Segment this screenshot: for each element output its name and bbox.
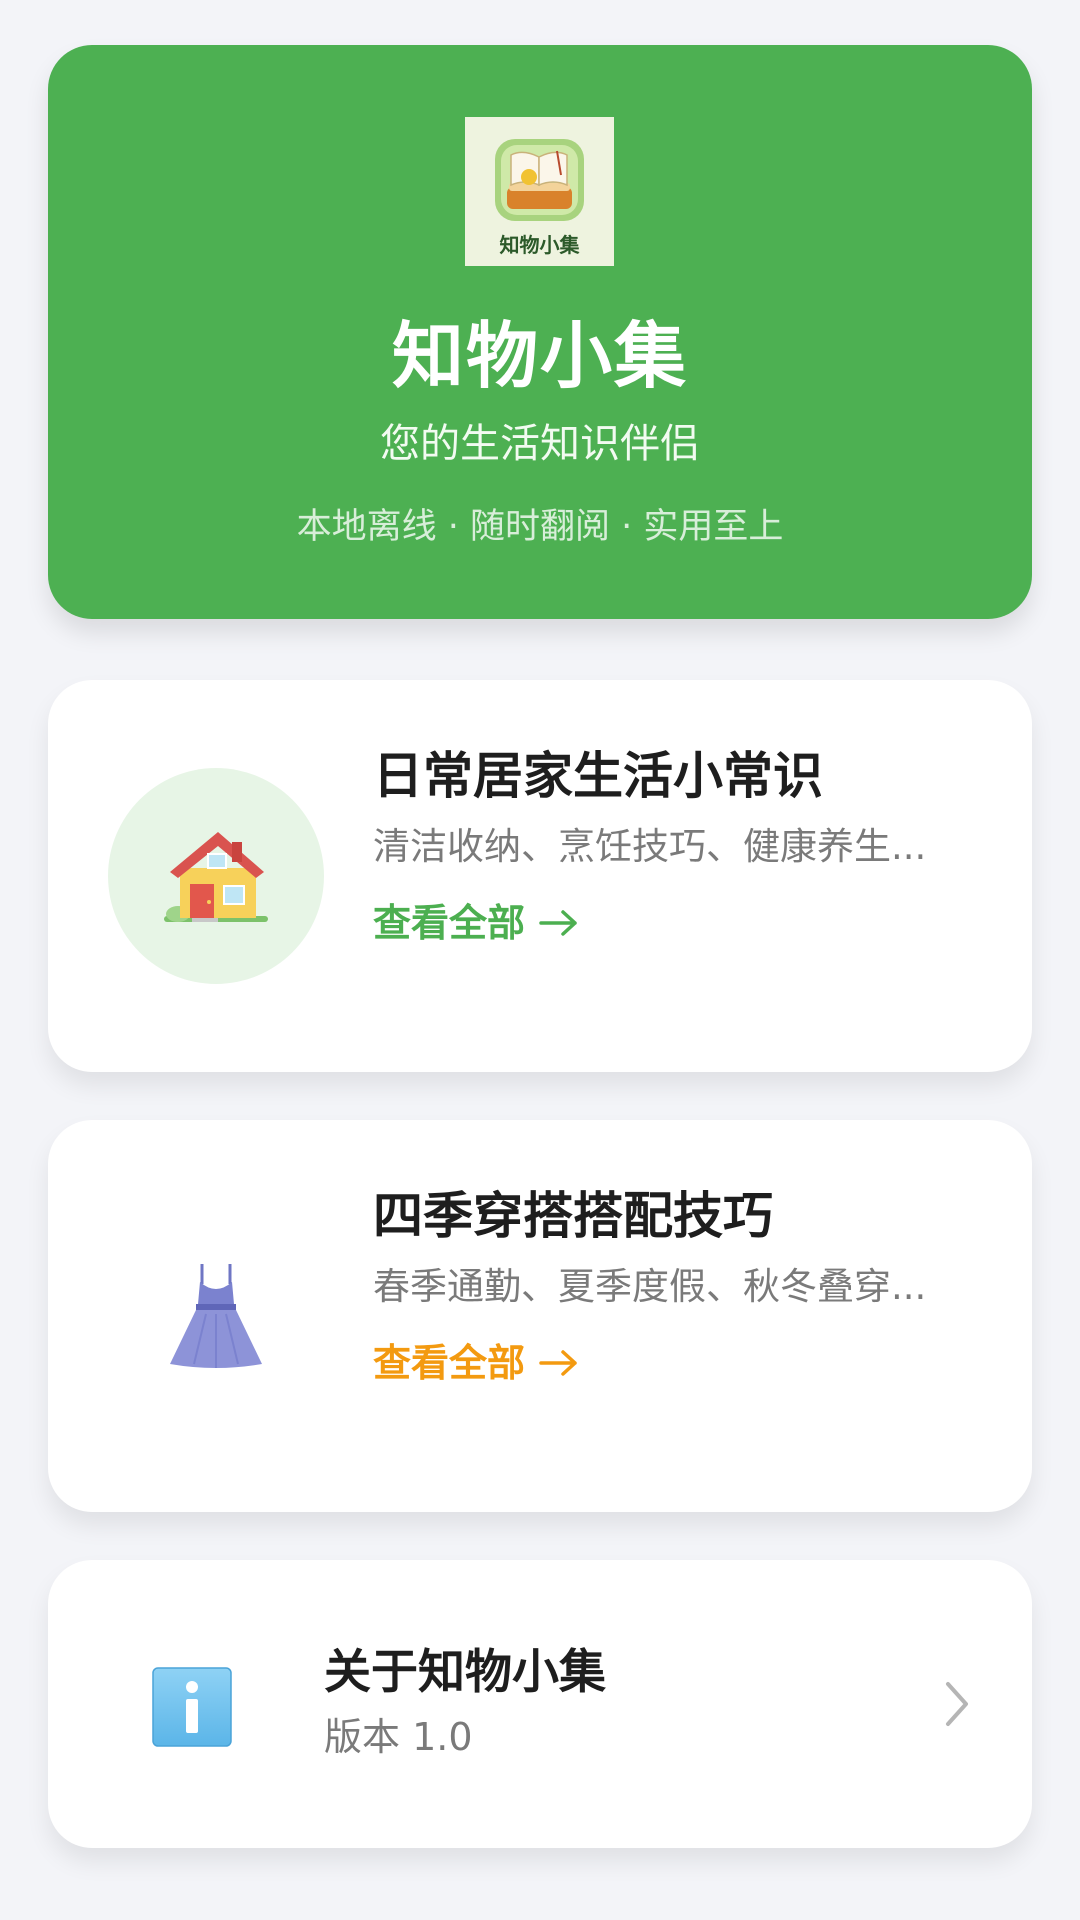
dress-icon [170,1264,262,1368]
icon-container [108,1208,324,1424]
logo-text: 知物小集 [499,233,580,257]
house-icon [164,832,268,922]
about-title: 关于知物小集 [324,1645,606,1700]
app-tagline: 本地离线 · 随时翻阅 · 实用至上 [296,507,784,547]
hero-banner: 知物小集 知物小集 您的生活知识伴侣 本地离线 · 随时翻阅 · 实用至上 [48,45,1032,619]
view-all-label: 查看全部 [373,1340,526,1385]
view-all-label: 查看全部 [373,900,526,945]
view-all-link[interactable]: 查看全部 [373,1339,579,1388]
category-card-outfits[interactable]: 四季穿搭搭配技巧 春季通勤、夏季度假、秋冬叠穿... 查看全部 [48,1120,1032,1512]
app-subtitle: 您的生活知识伴侣 [380,421,700,467]
arrow-right-icon [539,910,577,937]
arrow-right-icon [539,1350,577,1377]
category-title: 四季穿搭搭配技巧 [373,1187,773,1245]
info-icon [152,1667,232,1747]
about-card[interactable]: 关于知物小集 版本 1.0 [48,1560,1032,1848]
view-all-link[interactable]: 查看全部 [373,899,579,948]
version-label: 版本 1.0 [324,1715,473,1760]
category-description: 清洁收纳、烹饪技巧、健康养生... [373,825,927,868]
chevron-right-icon [946,1682,968,1726]
category-card-home[interactable]: 日常居家生活小常识 清洁收纳、烹饪技巧、健康养生... 查看全部 [48,680,1032,1072]
home-screen: 知物小集 知物小集 您的生活知识伴侣 本地离线 · 随时翻阅 · 实用至上 日常… [0,0,1080,1920]
icon-circle [108,768,324,984]
app-logo: 知物小集 [465,117,614,266]
category-title: 日常居家生活小常识 [373,747,823,805]
category-description: 春季通勤、夏季度假、秋冬叠穿... [373,1265,927,1308]
app-title: 知物小集 [391,314,688,398]
